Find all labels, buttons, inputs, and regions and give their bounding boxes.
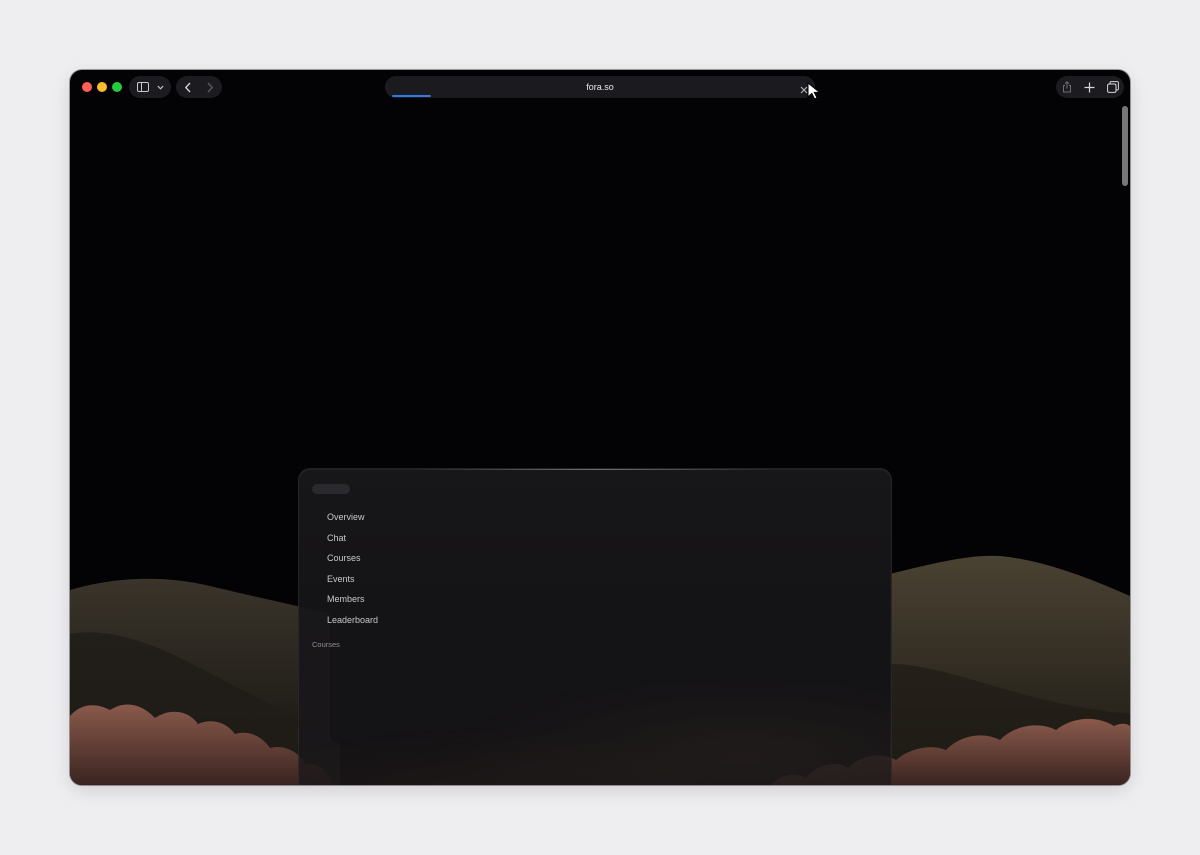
app-nav-list: Overview Chat Courses Events Members Lea…: [327, 510, 378, 633]
chevron-right-icon: [207, 82, 214, 92]
fullscreen-window-button[interactable]: [112, 82, 122, 92]
nav-item-courses[interactable]: Courses: [327, 551, 378, 572]
share-icon[interactable]: [1062, 81, 1072, 93]
nav-item-events[interactable]: Events: [327, 572, 378, 593]
nav-item-overview[interactable]: Overview: [327, 510, 378, 531]
nav-item-chat[interactable]: Chat: [327, 531, 378, 552]
nav-item-members[interactable]: Members: [327, 592, 378, 613]
plus-icon[interactable]: [1084, 82, 1095, 93]
navigation-buttons: [176, 76, 222, 98]
browser-toolbar: fora.so: [70, 70, 1130, 104]
forward-button[interactable]: [206, 82, 214, 93]
panel-shade: [299, 598, 891, 785]
browser-window: fora.so Overview Chat Courses Events Mem…: [70, 70, 1130, 785]
courses-section-label: Courses: [312, 640, 340, 649]
chevron-down-icon[interactable]: [156, 85, 164, 90]
address-bar[interactable]: fora.so: [385, 76, 815, 98]
url-text[interactable]: fora.so: [385, 76, 815, 98]
tabs-overview-icon[interactable]: [1106, 81, 1119, 93]
close-window-button[interactable]: [82, 82, 92, 92]
back-button[interactable]: [184, 82, 192, 93]
panel-top-glow: [419, 469, 771, 470]
page-load-progress-bar: [392, 95, 431, 97]
logo-placeholder: [312, 484, 350, 494]
scrollbar-thumb[interactable]: [1122, 106, 1128, 186]
app-preview-panel: Overview Chat Courses Events Members Lea…: [298, 469, 892, 785]
nav-item-leaderboard[interactable]: Leaderboard: [327, 613, 378, 634]
sidebar-toggle-button[interactable]: [129, 76, 171, 98]
sidebar-icon: [136, 82, 149, 92]
mouse-cursor-icon: [807, 82, 822, 100]
minimize-window-button[interactable]: [97, 82, 107, 92]
toolbar-actions: [1056, 76, 1124, 98]
chevron-left-icon: [184, 82, 191, 92]
